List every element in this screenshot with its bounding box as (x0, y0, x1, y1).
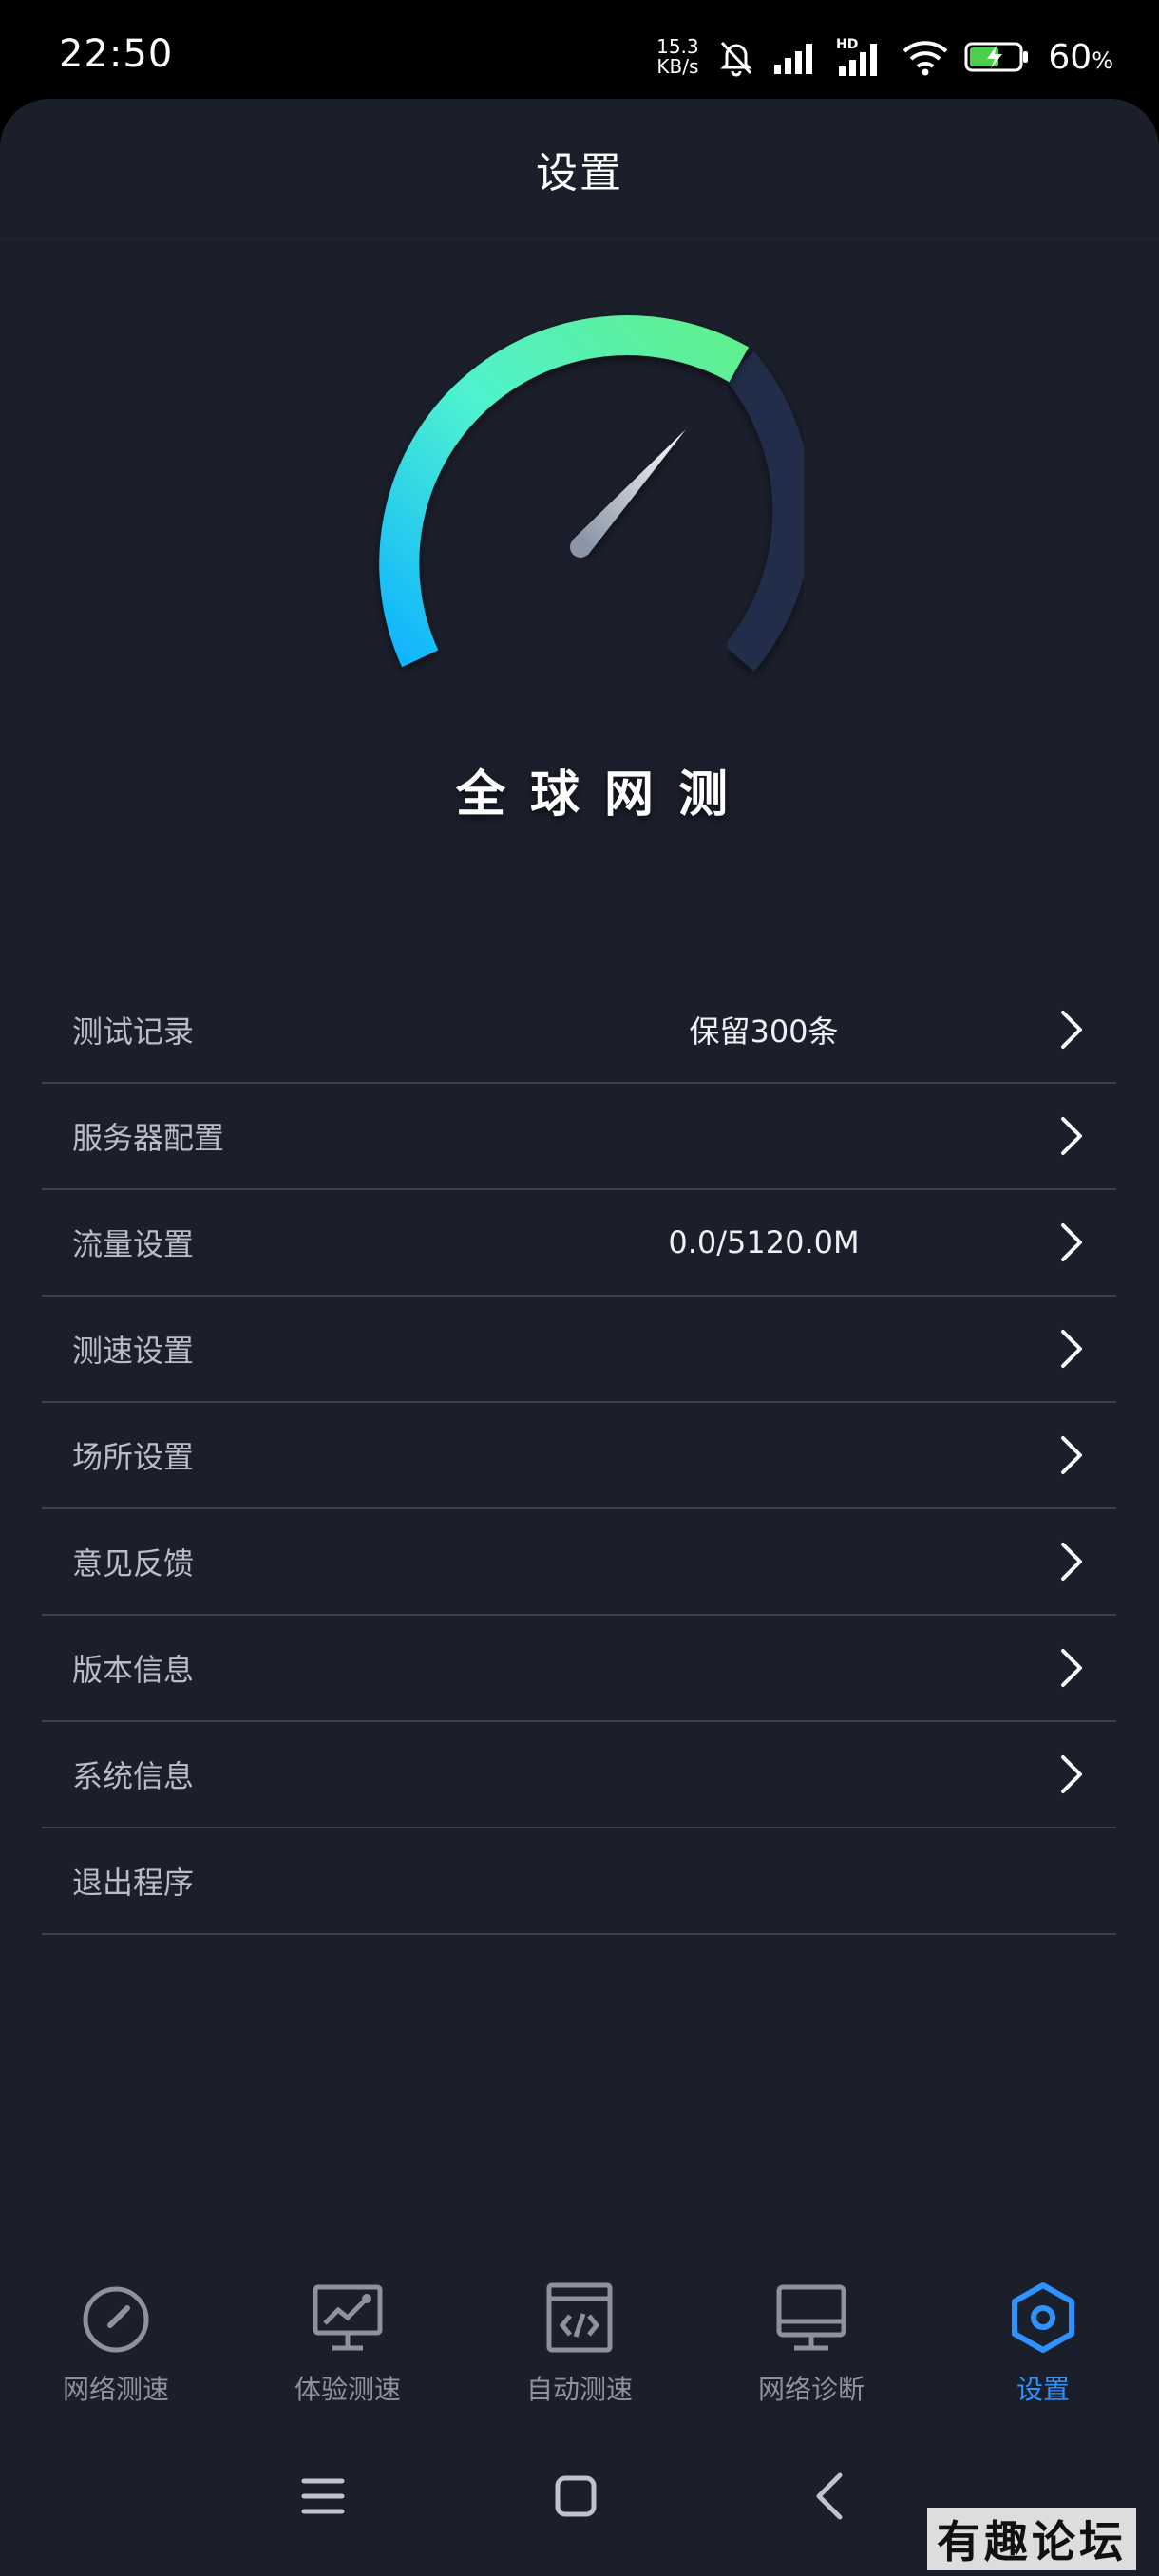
chevron-right-icon (1061, 1223, 1082, 1261)
status-time: 22:50 (59, 32, 174, 76)
watermark: 有趣论坛 (927, 2508, 1136, 2570)
hexagon-settings-icon (1012, 2282, 1074, 2353)
settings-item-label: 系统信息 (72, 1758, 195, 1794)
tab-experience-speed[interactable]: 体验测速 (232, 2280, 464, 2407)
hd-signal-icon: HD (836, 37, 878, 76)
settings-item-speedtest-settings[interactable]: 测速设置 (42, 1297, 1116, 1403)
menu-icon[interactable] (285, 2458, 361, 2534)
signal-icon (774, 44, 813, 74)
tab-auto-speed[interactable]: 自动测速 (464, 2280, 695, 2407)
settings-item-exit-program[interactable]: 退出程序 (42, 1828, 1116, 1935)
tab-label: 设置 (1016, 2374, 1070, 2405)
battery-percent: 60% (1048, 37, 1113, 77)
chevron-right-icon (1061, 1436, 1082, 1474)
desktop-icon (776, 2284, 846, 2351)
settings-item-label: 场所设置 (72, 1439, 195, 1475)
settings-item-test-records[interactable]: 测试记录 保留300条 (42, 977, 1116, 1084)
settings-item-server-config[interactable]: 服务器配置 (42, 1084, 1116, 1190)
net-speed: 15.3 KB/s (656, 35, 699, 78)
tab-label: 网络诊断 (757, 2374, 864, 2405)
chevron-right-icon (1061, 1011, 1082, 1049)
battery-charging-icon (964, 42, 1029, 72)
settings-item-label: 测试记录 (72, 1013, 195, 1050)
wifi-icon (903, 41, 948, 76)
settings-item-label: 退出程序 (72, 1865, 195, 1901)
brand-name: 全球网测 (455, 767, 752, 824)
tab-label: 体验测速 (294, 2374, 401, 2405)
chevron-right-icon (1061, 1543, 1082, 1581)
bottom-tab-bar: 网络测速 体验测速 自动测速 网络诊断 设置 (0, 2175, 1159, 2441)
settings-item-value: 保留300条 (689, 1013, 839, 1050)
svg-text:HD: HD (836, 37, 858, 52)
back-icon[interactable] (792, 2458, 868, 2534)
tab-network-speed[interactable]: 网络测速 (0, 2280, 232, 2407)
chevron-right-icon (1061, 1649, 1082, 1687)
settings-item-venue-settings[interactable]: 场所设置 (42, 1403, 1116, 1509)
app-header: 设置 (0, 99, 1159, 240)
home-icon[interactable] (538, 2458, 614, 2534)
settings-item-label: 版本信息 (72, 1652, 195, 1688)
system-nav-bar: 有趣论坛 (0, 2413, 1159, 2576)
mute-bell-icon (720, 41, 752, 77)
tab-settings[interactable]: 设置 (927, 2280, 1159, 2407)
speedometer-gauge-icon (379, 315, 813, 672)
speedometer-icon (83, 2286, 149, 2353)
page-title: 设置 (536, 149, 623, 198)
settings-item-feedback[interactable]: 意见反馈 (42, 1509, 1116, 1616)
settings-item-label: 服务器配置 (72, 1120, 225, 1156)
gauge-banner: 全球网测 (0, 308, 1159, 840)
settings-item-traffic-settings[interactable]: 流量设置 0.0/5120.0M (42, 1190, 1116, 1297)
status-bar: 22:50 15.3 KB/s HD 60% (0, 0, 1159, 99)
settings-item-label: 流量设置 (72, 1226, 195, 1262)
settings-list: 测试记录 保留300条服务器配置流量设置 0.0/5120.0M 测速设置场所设置意见… (42, 977, 1116, 1935)
settings-item-system-info[interactable]: 系统信息 (42, 1722, 1116, 1828)
tab-network-diagnosis[interactable]: 网络诊断 (695, 2280, 927, 2407)
settings-item-version-info[interactable]: 版本信息 (42, 1616, 1116, 1722)
chevron-right-icon (1061, 1330, 1082, 1368)
monitor-chart-icon (313, 2284, 383, 2351)
tab-label: 网络测速 (62, 2374, 169, 2405)
tab-label: 自动测速 (525, 2374, 633, 2405)
chevron-right-icon (1061, 1755, 1082, 1793)
chevron-right-icon (1061, 1117, 1082, 1155)
settings-item-label: 意见反馈 (72, 1545, 195, 1582)
settings-item-value: 0.0/5120.0M (668, 1224, 860, 1260)
settings-item-label: 测速设置 (72, 1333, 195, 1369)
status-icons: 15.3 KB/s HD 60% (655, 28, 1113, 85)
code-window-icon (546, 2282, 613, 2353)
